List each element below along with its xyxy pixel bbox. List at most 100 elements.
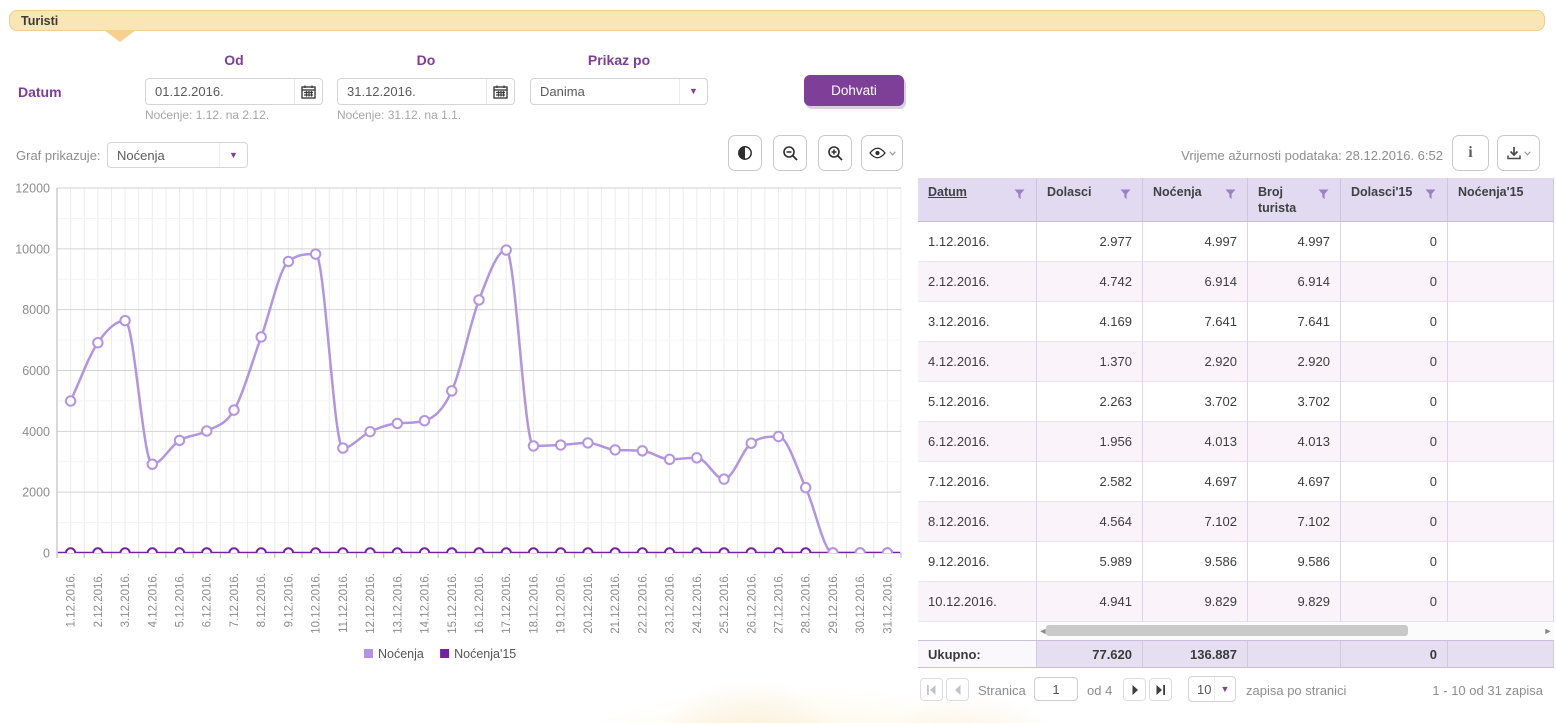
column-header-dolasci-15[interactable]: Dolasci'15 [1341,178,1448,222]
column-filter-button[interactable] [1225,189,1236,205]
eye-icon [869,147,886,159]
pager-first-button[interactable] [920,678,943,701]
column-header-broj-turista[interactable]: Broj turista [1248,178,1341,222]
column-header-label[interactable]: Noćenja'15 [1458,185,1524,199]
table-row: 9.12.2016.5.9899.5869.5860 [918,542,1554,582]
scroll-right-icon[interactable]: ► [1543,625,1553,637]
row-value-cell: 0 [1341,302,1448,342]
x-axis-label: 12.12.2016. [365,573,377,634]
download-icon [1507,146,1521,160]
prev-page-icon [954,685,962,695]
calendar-icon [301,85,316,99]
visibility-menu-button[interactable] [861,135,903,171]
date-to-field[interactable]: 31.12.2016. [337,78,515,105]
x-axis-label: 22.12.2016. [637,573,649,634]
pager-last-button[interactable] [1149,678,1172,701]
prikaz-po-select[interactable]: Danima ▼ [530,78,708,105]
row-value-cell: 4.941 [1037,582,1143,622]
x-axis-label: 16.12.2016. [474,573,486,634]
row-date-cell: 7.12.2016. [918,462,1037,502]
row-value-cell: 2.263 [1037,382,1143,422]
y-axis-label: 12000 [15,182,50,196]
column-header-label[interactable]: Datum [928,185,967,199]
page-number-input[interactable] [1034,677,1078,701]
datum-label: Datum [18,84,62,100]
chevron-down-icon [1524,151,1531,156]
column-filter-button[interactable] [1425,189,1436,205]
y-axis-label: 6000 [22,364,50,378]
x-axis-label: 14.12.2016. [420,573,432,634]
legend-swatch[interactable] [364,649,373,658]
row-value-cell [1448,462,1554,502]
date-from-calendar-button[interactable] [294,79,322,104]
row-value-cell [1448,502,1554,542]
column-header-datum[interactable]: Datum [918,178,1037,222]
x-axis-label: 4.12.2016. [147,573,159,627]
row-value-cell [1448,222,1554,262]
totals-value-cell [1448,641,1554,667]
date-to-calendar-button[interactable] [486,79,514,104]
prikaz-po-label: Prikaz po [530,52,708,68]
row-value-cell: 6.914 [1143,262,1248,302]
y-axis-label: 4000 [22,425,50,439]
legend-swatch[interactable] [440,649,449,658]
date-from-field[interactable]: 01.12.2016. [145,78,323,105]
zoom-in-button[interactable] [818,135,852,171]
date-to-value[interactable]: 31.12.2016. [338,79,486,104]
zoom-in-icon [827,145,844,162]
column-header-label[interactable]: Broj turista [1258,185,1308,216]
graf-prikazuje-value: Noćenja [108,143,219,167]
row-value-cell: 1.956 [1037,422,1143,462]
column-header-label[interactable]: Dolasci [1047,185,1091,199]
row-value-cell: 4.697 [1143,462,1248,502]
row-date-cell: 3.12.2016. [918,302,1037,342]
info-button[interactable]: i [1452,135,1489,171]
row-date-cell: 2.12.2016. [918,262,1037,302]
column-filter-button[interactable] [1120,189,1131,205]
contrast-toggle-icon [737,145,753,161]
y-axis-label: 0 [43,547,50,561]
contrast-toggle-button[interactable] [728,135,762,171]
row-value-cell: 0 [1341,462,1448,502]
pager-next-button[interactable] [1123,678,1146,701]
date-from-value[interactable]: 01.12.2016. [146,79,294,104]
x-axis-label: 9.12.2016. [283,573,295,627]
do-label: Do [337,52,515,68]
zoom-out-button[interactable] [773,135,807,171]
legend-label[interactable]: Noćenja [378,647,424,661]
row-date-cell: 1.12.2016. [918,222,1037,262]
table-row: 1.12.2016.2.9774.9974.9970 [918,222,1554,262]
column-filter-button[interactable] [1014,189,1025,205]
scrollbar-thumb[interactable] [1046,625,1408,636]
x-axis-label: 19.12.2016. [556,573,568,634]
tab-turisti[interactable]: Turisti [21,14,58,28]
column-header-label[interactable]: Noćenja [1153,185,1202,199]
row-date-cell: 5.12.2016. [918,382,1037,422]
page-size-select[interactable]: 10 ▼ [1188,676,1236,702]
row-value-cell: 4.697 [1248,462,1341,502]
column-header-no-enja-15[interactable]: Noćenja'15 [1448,178,1554,222]
graf-prikazuje-select[interactable]: Noćenja ▼ [107,142,248,168]
dohvati-button[interactable]: Dohvati [804,75,904,106]
calendar-icon [493,85,508,99]
column-header-label[interactable]: Dolasci'15 [1351,185,1412,199]
legend-label[interactable]: Noćenja'15 [454,647,516,661]
column-header-dolasci[interactable]: Dolasci [1037,178,1143,222]
x-axis-label: 8.12.2016. [256,573,268,627]
table-row: 2.12.2016.4.7426.9146.9140 [918,262,1554,302]
data-grid: Datum Dolasci Noćenja Broj turista Dolasci'1… [918,178,1554,668]
x-axis-label: 2.12.2016. [93,573,105,627]
horizontal-scrollbar[interactable]: ◄► [1037,622,1554,640]
filter-icon [1318,189,1329,200]
table-row: 4.12.2016.1.3702.9202.9200 [918,342,1554,382]
pager-prev-button[interactable] [946,678,969,701]
date-from-hint: Noćenje: 1.12. na 2.12. [145,108,269,122]
row-value-cell: 0 [1341,222,1448,262]
row-value-cell: 2.920 [1143,342,1248,382]
download-menu-button[interactable] [1497,135,1540,171]
column-filter-button[interactable] [1318,189,1329,205]
chevron-down-icon [889,151,896,156]
header-bar [9,10,1545,31]
column-header-no-enja[interactable]: Noćenja [1143,178,1248,222]
x-axis-label: 17.12.2016. [501,573,513,634]
